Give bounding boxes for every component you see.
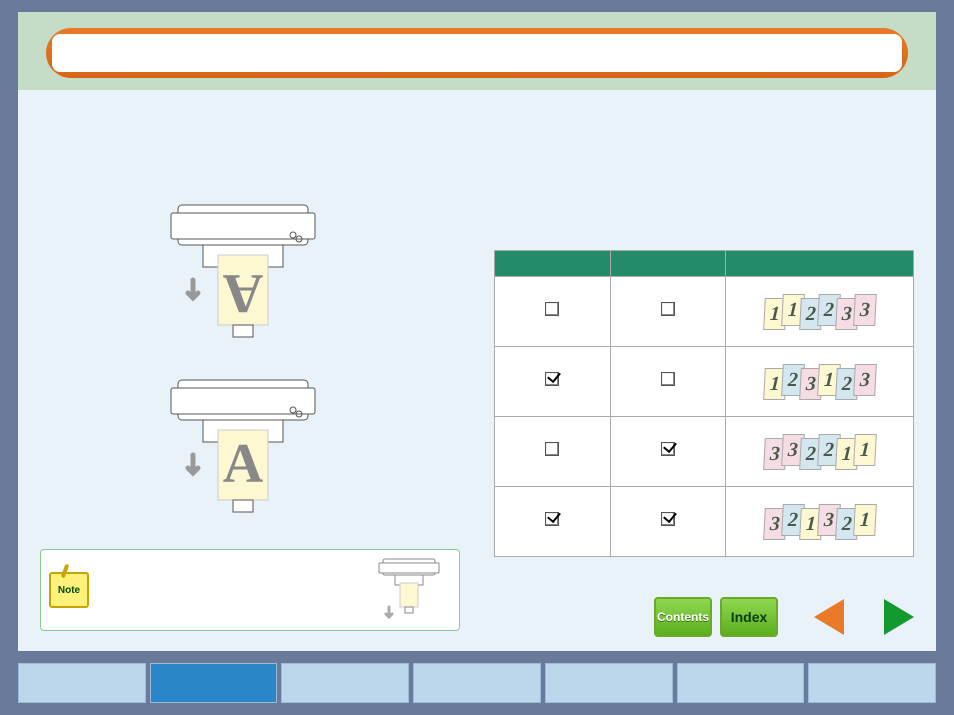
sheet-stack: 321321	[732, 506, 912, 538]
orientation-letter: A	[222, 262, 263, 324]
printer-diagram-face-up: A	[163, 370, 323, 550]
sheet-page: 1	[853, 434, 877, 466]
bottom-tab[interactable]	[18, 663, 146, 703]
content-panel: A A Note	[18, 90, 936, 651]
checkbox-col2[interactable]	[661, 372, 675, 386]
bottom-tab[interactable]	[808, 663, 936, 703]
bottom-tab[interactable]	[281, 663, 409, 703]
checkbox-col1[interactable]	[545, 372, 559, 386]
table-row: 112233	[495, 277, 914, 347]
sheet-page: 3	[853, 294, 877, 326]
bottom-tab[interactable]	[677, 663, 805, 703]
output-order-table: 112233 123123 332211 321321	[494, 250, 914, 557]
checkbox-col1[interactable]	[545, 302, 559, 316]
printer-diagram-face-down: A	[163, 195, 323, 375]
orientation-letter: A	[223, 433, 264, 495]
title-bar	[46, 28, 908, 78]
note-box: Note	[40, 549, 460, 631]
index-button[interactable]: Index	[720, 597, 778, 637]
sheet-stack: 332211	[732, 436, 912, 468]
checkbox-col2[interactable]	[661, 512, 675, 526]
checkbox-col2[interactable]	[661, 442, 675, 456]
back-button[interactable]	[814, 599, 844, 635]
title-text	[52, 34, 902, 72]
sheet-stack: 112233	[732, 296, 912, 328]
table-header-col3	[726, 251, 914, 277]
table-header-col1	[495, 251, 611, 277]
table-header-col2	[610, 251, 726, 277]
nav-bar: Contents Index	[654, 597, 914, 637]
mini-printer-icon	[377, 555, 441, 627]
bottom-tab-strip	[18, 663, 936, 703]
bottom-tab[interactable]	[413, 663, 541, 703]
forward-button[interactable]	[884, 599, 914, 635]
bottom-tab[interactable]	[150, 663, 278, 703]
table-row: 332211	[495, 417, 914, 487]
bottom-tab[interactable]	[545, 663, 673, 703]
contents-button[interactable]: Contents	[654, 597, 712, 637]
sheet-page: 3	[853, 364, 877, 396]
table-row: 123123	[495, 347, 914, 417]
checkbox-col1[interactable]	[545, 442, 559, 456]
checkbox-col1[interactable]	[545, 512, 559, 526]
checkbox-col2[interactable]	[661, 302, 675, 316]
note-icon: Note	[49, 572, 89, 608]
note-label: Note	[58, 585, 80, 596]
sheet-stack: 123123	[732, 366, 912, 398]
sheet-page: 1	[853, 504, 877, 536]
table-row: 321321	[495, 487, 914, 557]
